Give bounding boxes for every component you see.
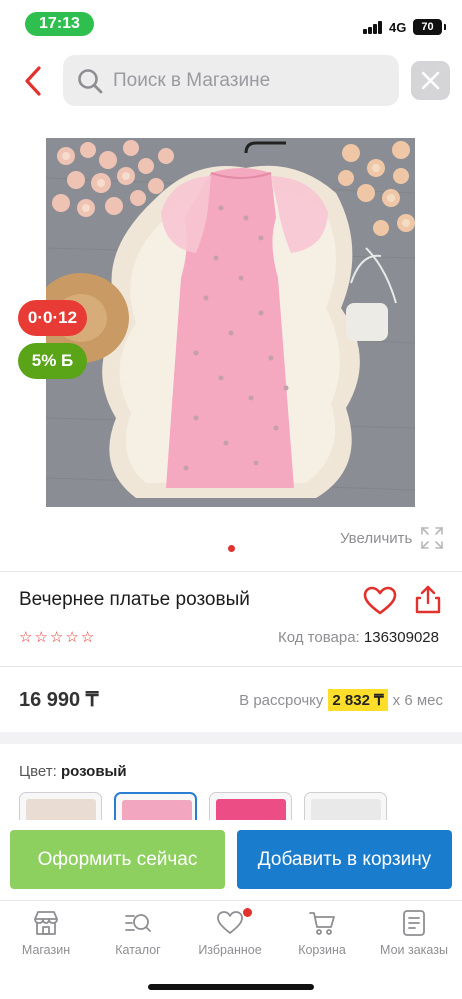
tab-label: Мои заказы <box>380 943 448 957</box>
divider <box>0 666 462 667</box>
star-icon: ☆ <box>19 629 33 646</box>
cashback-badge: 5% Б <box>18 343 87 379</box>
carousel-dot[interactable] <box>228 545 235 552</box>
search-input[interactable] <box>113 55 393 106</box>
tab-label: Каталог <box>115 943 161 957</box>
product-page: 17:13 4G 70 Поиск в Магазине 0·0·12 5% Б… <box>0 0 462 999</box>
installment-prefix: В рассрочку <box>239 691 324 709</box>
notification-dot <box>243 908 252 917</box>
heart-icon <box>217 911 243 934</box>
cart-icon <box>309 912 335 935</box>
favorite-button[interactable] <box>363 586 397 616</box>
store-icon <box>34 911 58 935</box>
color-selector-label: Цвет: розовый <box>19 763 127 780</box>
sku-value: 136309028 <box>363 629 439 646</box>
expand-icon <box>421 527 444 549</box>
chevron-left-icon <box>25 66 41 96</box>
zoom-label: Увеличить <box>340 529 413 547</box>
status-bar: 17:13 4G 70 <box>0 0 462 46</box>
sku-label: Код товара: <box>278 629 360 646</box>
share-icon <box>415 585 441 614</box>
heart-icon <box>363 586 397 615</box>
product-photo[interactable] <box>46 138 415 507</box>
installment-info[interactable]: В рассрочку 2 832 ₸ х 6 мес <box>239 689 443 711</box>
add-to-cart-button[interactable]: Добавить в корзину <box>237 830 452 889</box>
back-button[interactable] <box>20 62 50 100</box>
action-bar: Оформить сейчас Добавить в корзину <box>0 820 462 900</box>
catalog-search-icon <box>125 914 151 932</box>
installment-suffix: х 6 мес <box>392 691 443 709</box>
color-value: розовый <box>60 763 127 780</box>
divider <box>0 571 462 572</box>
zoom-button[interactable]: Увеличить <box>340 527 444 549</box>
search-icon <box>78 69 103 94</box>
section-separator <box>0 732 462 744</box>
checkout-now-button[interactable]: Оформить сейчас <box>10 830 225 889</box>
tab-label: Корзина <box>298 943 346 957</box>
share-button[interactable] <box>414 585 442 615</box>
tab-label: Магазин <box>21 943 71 957</box>
rating-stars[interactable]: ☆ ☆ ☆ ☆ ☆ <box>19 630 94 646</box>
home-indicator <box>148 984 314 990</box>
tab-orders[interactable]: Мои заказы <box>368 909 460 965</box>
network-label: 4G <box>389 20 407 35</box>
search-bar[interactable] <box>63 55 399 106</box>
status-time: 17:13 <box>25 12 94 36</box>
clear-search-button[interactable] <box>411 61 450 100</box>
product-photo-art <box>46 138 415 507</box>
tab-favorites[interactable]: Избранное <box>184 908 276 965</box>
color-label: Цвет: <box>19 763 57 780</box>
star-icon: ☆ <box>34 629 48 646</box>
product-code: Код товара: 136309028 <box>278 629 439 646</box>
product-price: 16 990 ₸ <box>19 689 99 711</box>
star-icon: ☆ <box>80 629 95 646</box>
product-title: Вечернее платье розовый <box>19 589 250 610</box>
star-icon: ☆ <box>65 629 79 646</box>
tab-store[interactable]: Магазин <box>0 909 92 965</box>
signal-icon <box>363 21 383 34</box>
tab-catalog[interactable]: Каталог <box>92 909 184 965</box>
battery-icon: 70 <box>413 19 446 35</box>
close-icon <box>421 71 440 90</box>
orders-icon <box>403 910 425 936</box>
tab-cart[interactable]: Корзина <box>276 909 368 965</box>
timer-badge: 0·0·12 <box>18 300 87 336</box>
star-icon: ☆ <box>49 629 64 646</box>
tab-label: Избранное <box>198 943 262 957</box>
installment-amount: 2 832 ₸ <box>328 689 388 711</box>
